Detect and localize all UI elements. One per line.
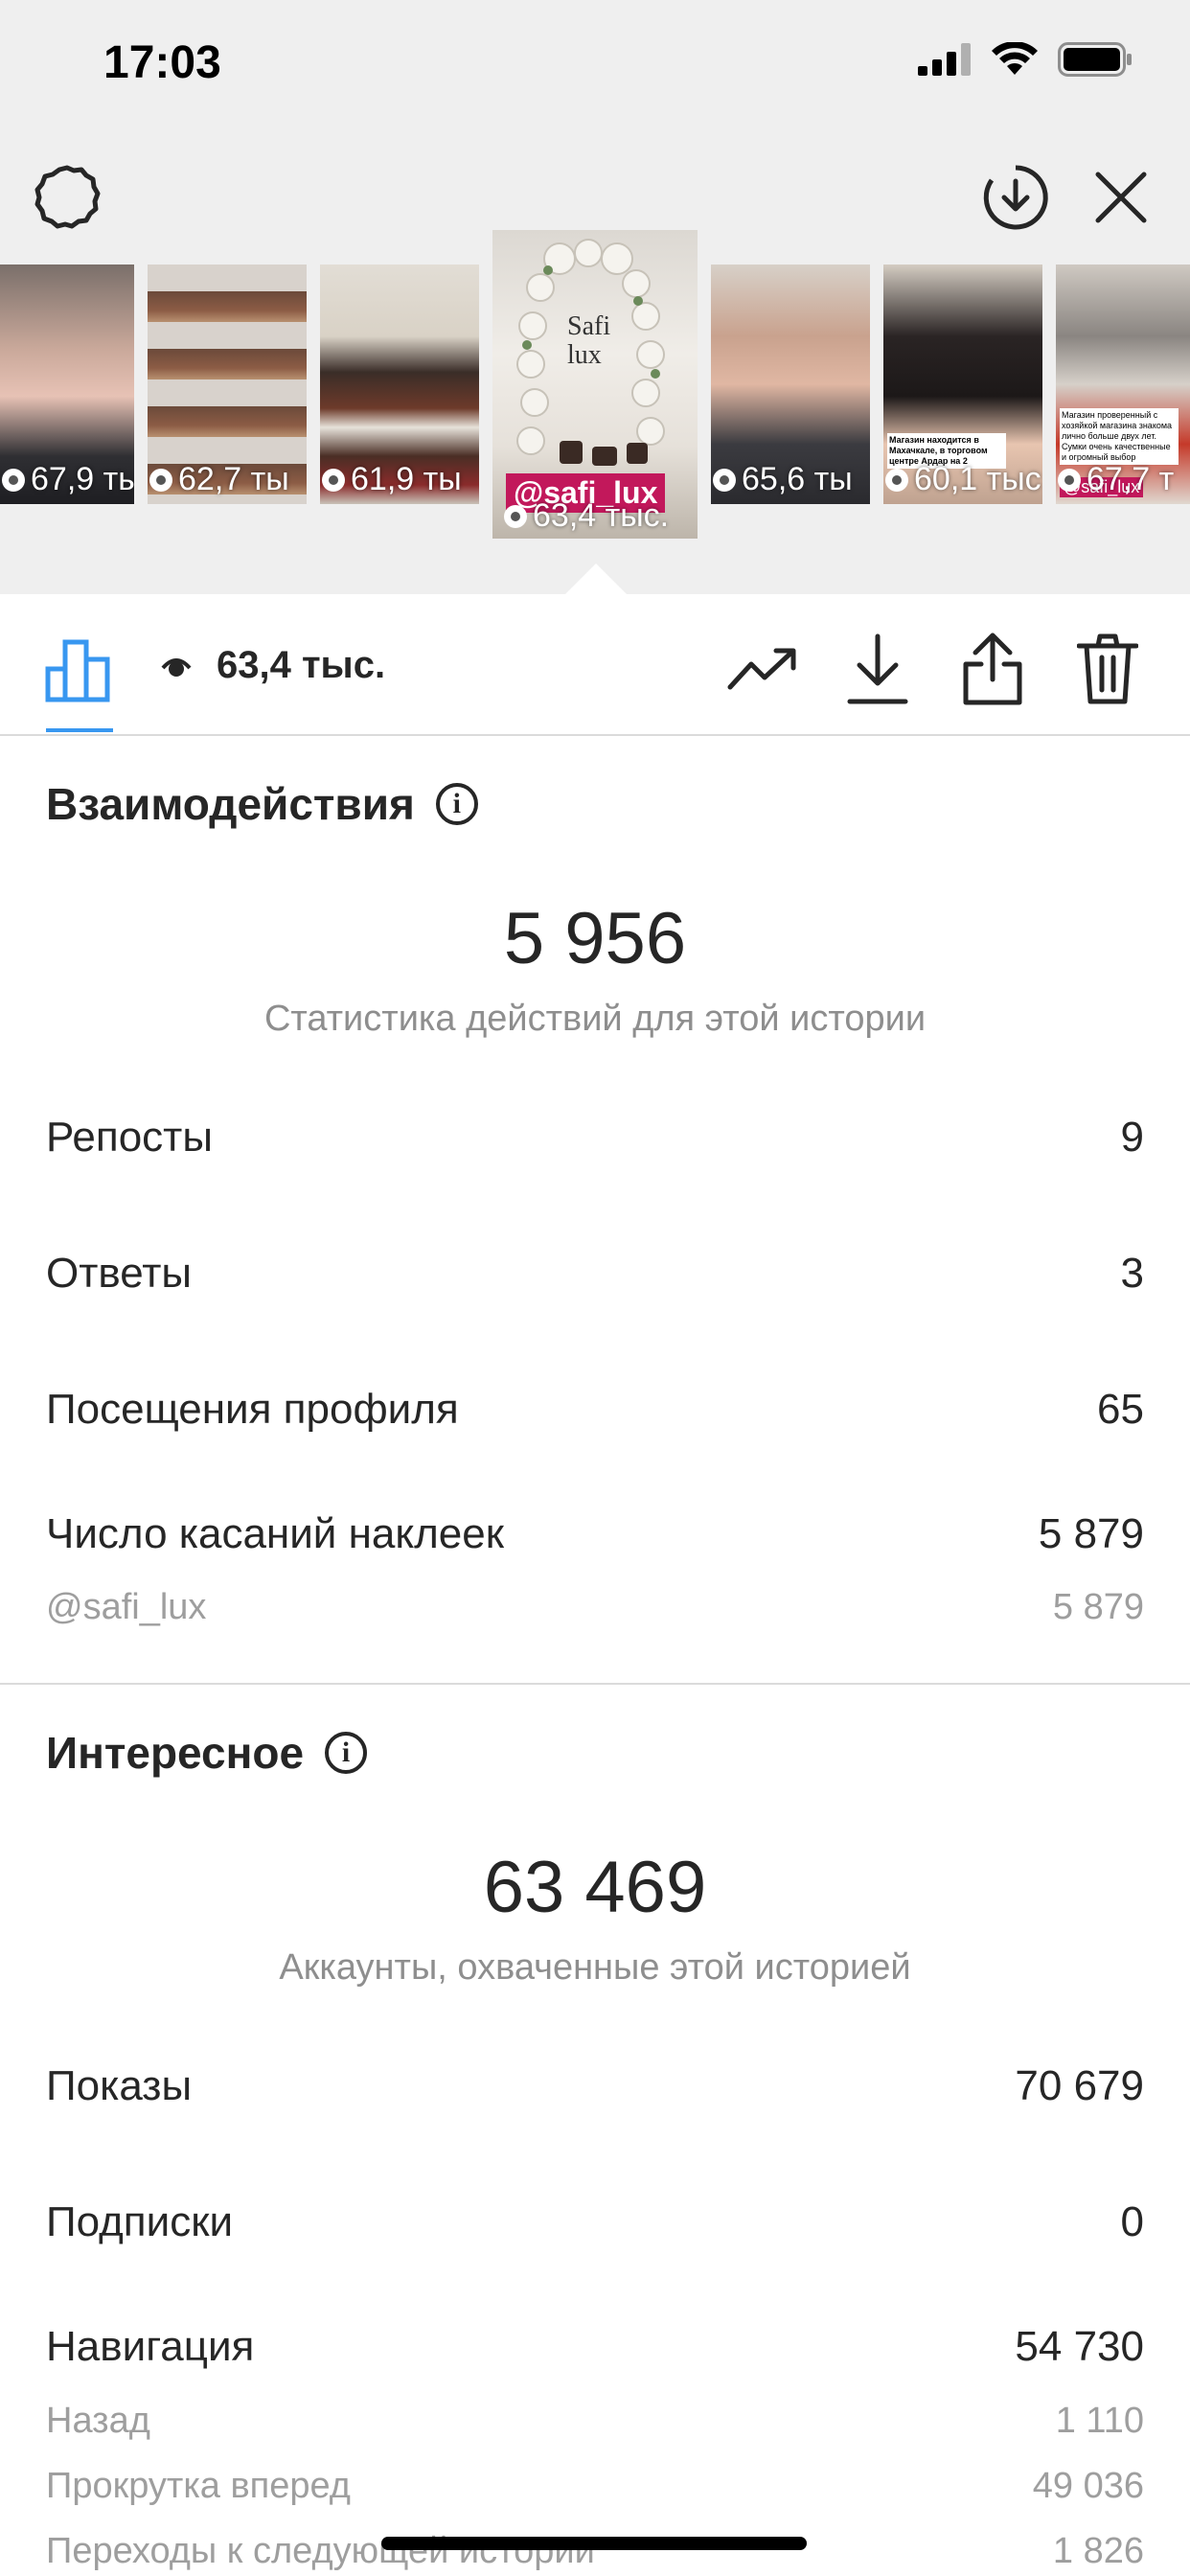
home-indicator[interactable] (381, 2537, 807, 2550)
stat-row-navigation: Навигация 54 730 (46, 2323, 1144, 2371)
story-thumbnail-strip[interactable]: 67,9 ты 62,7 ты 61,9 ты Safi lux @safi_l… (0, 230, 1190, 546)
story-views-label: 60,1 тыс (885, 461, 1041, 498)
story-views-label: 62,7 ты (149, 461, 289, 498)
story-thumbnail[interactable]: 67,9 ты (0, 264, 134, 504)
discovery-subtitle: Аккаунты, охваченные этой историей (279, 1947, 911, 1988)
stat-row-impressions: Показы 70 679 (46, 2062, 1144, 2110)
stat-label: Показы (46, 2062, 193, 2109)
story-sign-text: Safi lux (567, 311, 611, 370)
story-views-label: 67,9 ты (2, 461, 134, 498)
eye-icon (149, 468, 172, 492)
status-bar: 17:03 (0, 0, 1190, 134)
share-icon (963, 632, 1022, 705)
status-time: 17:03 (103, 37, 221, 88)
section-divider (0, 1683, 1190, 1685)
insights-toolbar: 63,4 тыс. (0, 594, 1190, 736)
cellular-signal-icon (918, 43, 971, 76)
stat-value: 1 110 (1055, 2401, 1144, 2441)
eye-icon (161, 657, 192, 677)
stat-value: 65 (1097, 1386, 1144, 1433)
download-button[interactable] (841, 629, 914, 709)
info-icon[interactable]: i (325, 1732, 368, 1774)
selected-story-pointer (565, 564, 627, 594)
stat-row-replies: Ответы 3 (46, 1250, 1144, 1298)
story-views-count: 63,4 тыс. (161, 644, 385, 687)
eye-icon (713, 468, 736, 492)
delete-button[interactable] (1071, 629, 1144, 709)
stat-row-sticker-taps: Число касаний наклеек 5 879 (46, 1510, 1144, 1558)
story-views-label: 67,7 т (1058, 461, 1174, 498)
stat-label: Назад (46, 2401, 150, 2441)
download-icon (847, 633, 908, 704)
stat-label: Посещения профиля (46, 1386, 459, 1433)
story-views-label: 63,4 тыс. (504, 497, 669, 535)
active-tab-indicator (46, 728, 113, 732)
settings-button[interactable] (29, 159, 105, 236)
stat-label: Подписки (46, 2198, 234, 2245)
eye-icon (1058, 468, 1081, 492)
stat-row-follows: Подписки 0 (46, 2198, 1144, 2246)
stat-value: 1 826 (1052, 2531, 1144, 2571)
stat-value: 54 730 (1015, 2323, 1144, 2370)
discovery-total: 63 469 (483, 1847, 707, 1928)
stat-subrow-back: Назад 1 110 (46, 2401, 1144, 2442)
stat-subrow-forward: Прокрутка вперед 49 036 (46, 2466, 1144, 2507)
stat-row-reposts: Репосты 9 (46, 1114, 1144, 1162)
story-thumbnail[interactable]: 62,7 ты (148, 264, 307, 504)
story-thumbnail[interactable]: 61,9 ты (320, 264, 479, 504)
stat-label: Репосты (46, 1114, 213, 1161)
stat-label: Число касаний наклеек (46, 1510, 504, 1557)
stat-label: Прокрутка вперед (46, 2466, 351, 2506)
eye-icon (2, 468, 25, 492)
top-header: 17:03 67,9 ты 62,7 ты 61,9 ты Safi lux @… (0, 0, 1190, 594)
story-thumbnail[interactable]: 65,6 ты (711, 264, 870, 504)
story-views-label: 61,9 ты (322, 461, 462, 498)
battery-icon (1058, 42, 1132, 77)
stat-label: Ответы (46, 1250, 193, 1297)
close-icon (1095, 172, 1147, 223)
story-thumbnail[interactable]: Магазин находится в Махачкале, в торгово… (883, 264, 1042, 504)
story-thumbnail[interactable]: Магазин проверенный с хозяйкой магазина … (1056, 264, 1190, 504)
interactions-subtitle: Статистика действий для этой истории (263, 999, 927, 1039)
info-icon[interactable]: i (435, 783, 478, 825)
stat-value: 9 (1120, 1114, 1144, 1161)
interactions-title: Взаимодействия i (46, 778, 478, 830)
stat-value: 49 036 (1032, 2466, 1144, 2506)
share-button[interactable] (956, 629, 1029, 709)
stat-value: 70 679 (1015, 2062, 1144, 2109)
save-story-button[interactable] (977, 159, 1054, 236)
trash-icon (1077, 633, 1138, 704)
story-thumbnail-selected[interactable]: Safi lux @safi_lux 63,4 тыс. (492, 230, 698, 539)
wifi-icon (992, 42, 1038, 75)
gear-icon (34, 165, 101, 229)
stat-row-profile-visits: Посещения профиля 65 (46, 1386, 1144, 1434)
promote-button[interactable] (726, 632, 799, 705)
trending-up-icon (727, 648, 796, 690)
eye-icon (885, 468, 908, 492)
interactions-total: 5 956 (503, 898, 687, 979)
stat-subrow-sticker-mention: @safi_lux 5 879 (46, 1587, 1144, 1628)
download-circle-icon (983, 165, 1048, 230)
eye-icon (322, 468, 345, 492)
stat-value: 0 (1120, 2198, 1144, 2245)
stat-label: @safi_lux (46, 1587, 207, 1627)
story-caption: Магазин проверенный с хозяйкой магазина … (1060, 408, 1179, 465)
stat-label: Навигация (46, 2323, 255, 2370)
insights-tab[interactable] (42, 632, 115, 705)
stat-value: 5 879 (1038, 1510, 1144, 1557)
bar-chart-icon (45, 639, 110, 702)
close-button[interactable] (1083, 159, 1159, 236)
story-views-label: 65,6 ты (713, 461, 853, 498)
stat-value: 5 879 (1052, 1587, 1144, 1627)
stat-value: 3 (1120, 1250, 1144, 1297)
status-icons (918, 42, 1133, 77)
discovery-title: Интересное i (46, 1727, 368, 1779)
eye-icon (504, 504, 527, 528)
